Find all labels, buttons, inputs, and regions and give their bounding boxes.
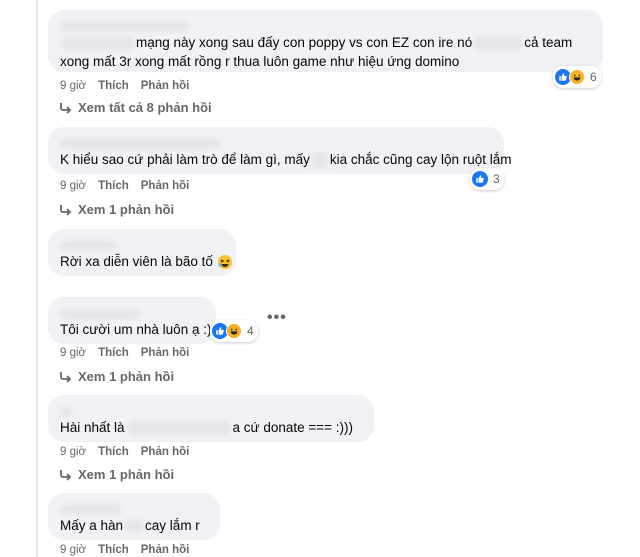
like-button[interactable]: Thích (98, 446, 129, 458)
reply-button[interactable]: Phản hồi (141, 180, 190, 192)
reply-button[interactable]: Phản hồi (141, 347, 190, 359)
author-name[interactable] (60, 305, 204, 320)
comment-text: Rời xa diễn viên là bão tố (60, 254, 213, 269)
comment-text-line: K hiểu sao cứ phải làm trò để làm gì, mấ… (60, 151, 512, 169)
reaction-badge[interactable]: 4 (210, 320, 258, 342)
comment-text: mạng này xong sau đấy con poppy vs con E… (136, 35, 473, 50)
author-name[interactable] (60, 237, 224, 252)
author-name[interactable] (60, 501, 208, 516)
like-button[interactable]: Thích (98, 80, 129, 92)
reply-arrow-icon (60, 469, 72, 481)
reaction-badge[interactable]: 3 (470, 168, 504, 190)
comment-text-line: mạng này xong sau đấy con poppy vs con E… (60, 34, 572, 52)
reaction-count: 6 (590, 70, 597, 84)
comment-4: Tôi cười um nhà luôn ạ :)) 4 (48, 297, 258, 344)
more-options-icon[interactable]: ••• (267, 309, 287, 327)
view-replies-link[interactable]: Xem 1 phản hồi (58, 369, 174, 384)
comment-text-line: Rời xa diễn viên là bão tố (60, 253, 233, 271)
reaction-count: 3 (493, 172, 500, 186)
comment-1: mạng này xong sau đấy con poppy vs con E… (48, 10, 603, 88)
comment-bubble: Tôi cười um nhà luôn ạ :)) 4 (48, 297, 258, 344)
view-replies-link[interactable]: Xem 1 phản hồi (58, 467, 174, 482)
comment-time[interactable]: 9 giờ (60, 180, 86, 192)
comment-actions: 9 giờ Thích Phản hồi (60, 544, 189, 556)
like-button[interactable]: Thích (98, 544, 129, 556)
reply-button[interactable]: Phản hồi (141, 80, 190, 92)
comment-bubble: Hài nhất là a cứ donate === :))) (48, 395, 374, 442)
comment-time[interactable]: 9 giờ (60, 347, 86, 359)
reply-arrow-icon (60, 371, 72, 383)
comment-time[interactable]: 9 giờ (60, 544, 86, 556)
author-name[interactable] (60, 18, 591, 33)
comment-bubble: Rời xa diễn viên là bão tố (48, 229, 236, 276)
comment-bubble: Mấy a hàn cay lắm r (48, 493, 220, 540)
comment-text: kia chắc cũng cay lộn ruột lắm (329, 152, 512, 167)
comment-3: Rời xa diễn viên là bão tố (48, 229, 236, 276)
comment-text: Hài nhất là (60, 420, 125, 435)
like-reaction-icon (472, 171, 488, 187)
comment-2: K hiểu sao cứ phải làm trò để làm gì, mấ… (48, 127, 512, 190)
haha-reaction-icon (226, 323, 242, 339)
comment-bubble: K hiểu sao cứ phải làm trò để làm gì, mấ… (48, 127, 512, 190)
comment-text: a cứ donate === :))) (232, 420, 354, 435)
like-button[interactable]: Thích (98, 347, 129, 359)
comment-actions: 9 giờ Thích Phản hồi (60, 80, 189, 92)
comment-actions: 9 giờ Thích Phản hồi (60, 180, 189, 192)
comment-text: xong mất 3r xong mất rồng r thua luôn ga… (60, 54, 460, 69)
reply-arrow-icon (60, 204, 72, 216)
reaction-count: 4 (247, 324, 254, 338)
reply-arrow-icon (60, 102, 72, 114)
view-replies-label: Xem 1 phản hồi (78, 202, 175, 217)
comment-time[interactable]: 9 giờ (60, 80, 86, 92)
view-replies-link[interactable]: Xem 1 phản hồi (58, 202, 174, 217)
comment-text: Mấy a hàn (60, 518, 124, 533)
view-replies-link[interactable]: Xem tất cả 8 phản hồi (58, 100, 212, 115)
comment-text-line: Tôi cười um nhà luôn ạ :)) (60, 321, 216, 339)
view-replies-label: Xem 1 phản hồi (78, 369, 175, 384)
comment-text: cả team (524, 35, 573, 50)
like-button[interactable]: Thích (98, 180, 129, 192)
author-name[interactable] (60, 403, 362, 418)
comment-text: Tôi cười um nhà luôn ạ :)) (60, 322, 216, 337)
view-replies-label: Xem 1 phản hồi (78, 467, 175, 482)
comment-bubble: mạng này xong sau đấy con poppy vs con E… (48, 10, 603, 88)
comment-text: cay lắm r (145, 518, 200, 533)
comment-text-line: Mấy a hàn cay lắm r (60, 517, 200, 535)
comment-6: Mấy a hàn cay lắm r (48, 493, 220, 540)
thread-line (36, 0, 38, 557)
reply-button[interactable]: Phản hồi (141, 544, 190, 556)
comment-text-line: xong mất 3r xong mất rồng r thua luôn ga… (60, 53, 459, 71)
comment-5: Hài nhất là a cứ donate === :))) (48, 395, 374, 442)
comment-actions: 9 giờ Thích Phản hồi (60, 347, 189, 359)
reply-button[interactable]: Phản hồi (141, 446, 190, 458)
comment-text-line: Hài nhất là a cứ donate === :))) (60, 419, 353, 437)
laughing-face-icon (217, 255, 232, 270)
haha-reaction-icon (569, 69, 585, 85)
author-name[interactable] (60, 135, 492, 150)
comment-text: K hiểu sao cứ phải làm trò để làm gì, mấ… (60, 152, 310, 167)
comment-actions: 9 giờ Thích Phản hồi (60, 446, 189, 458)
reaction-badge[interactable]: 6 (553, 66, 601, 88)
comment-time[interactable]: 9 giờ (60, 446, 86, 458)
view-replies-label: Xem tất cả 8 phản hồi (78, 100, 212, 115)
